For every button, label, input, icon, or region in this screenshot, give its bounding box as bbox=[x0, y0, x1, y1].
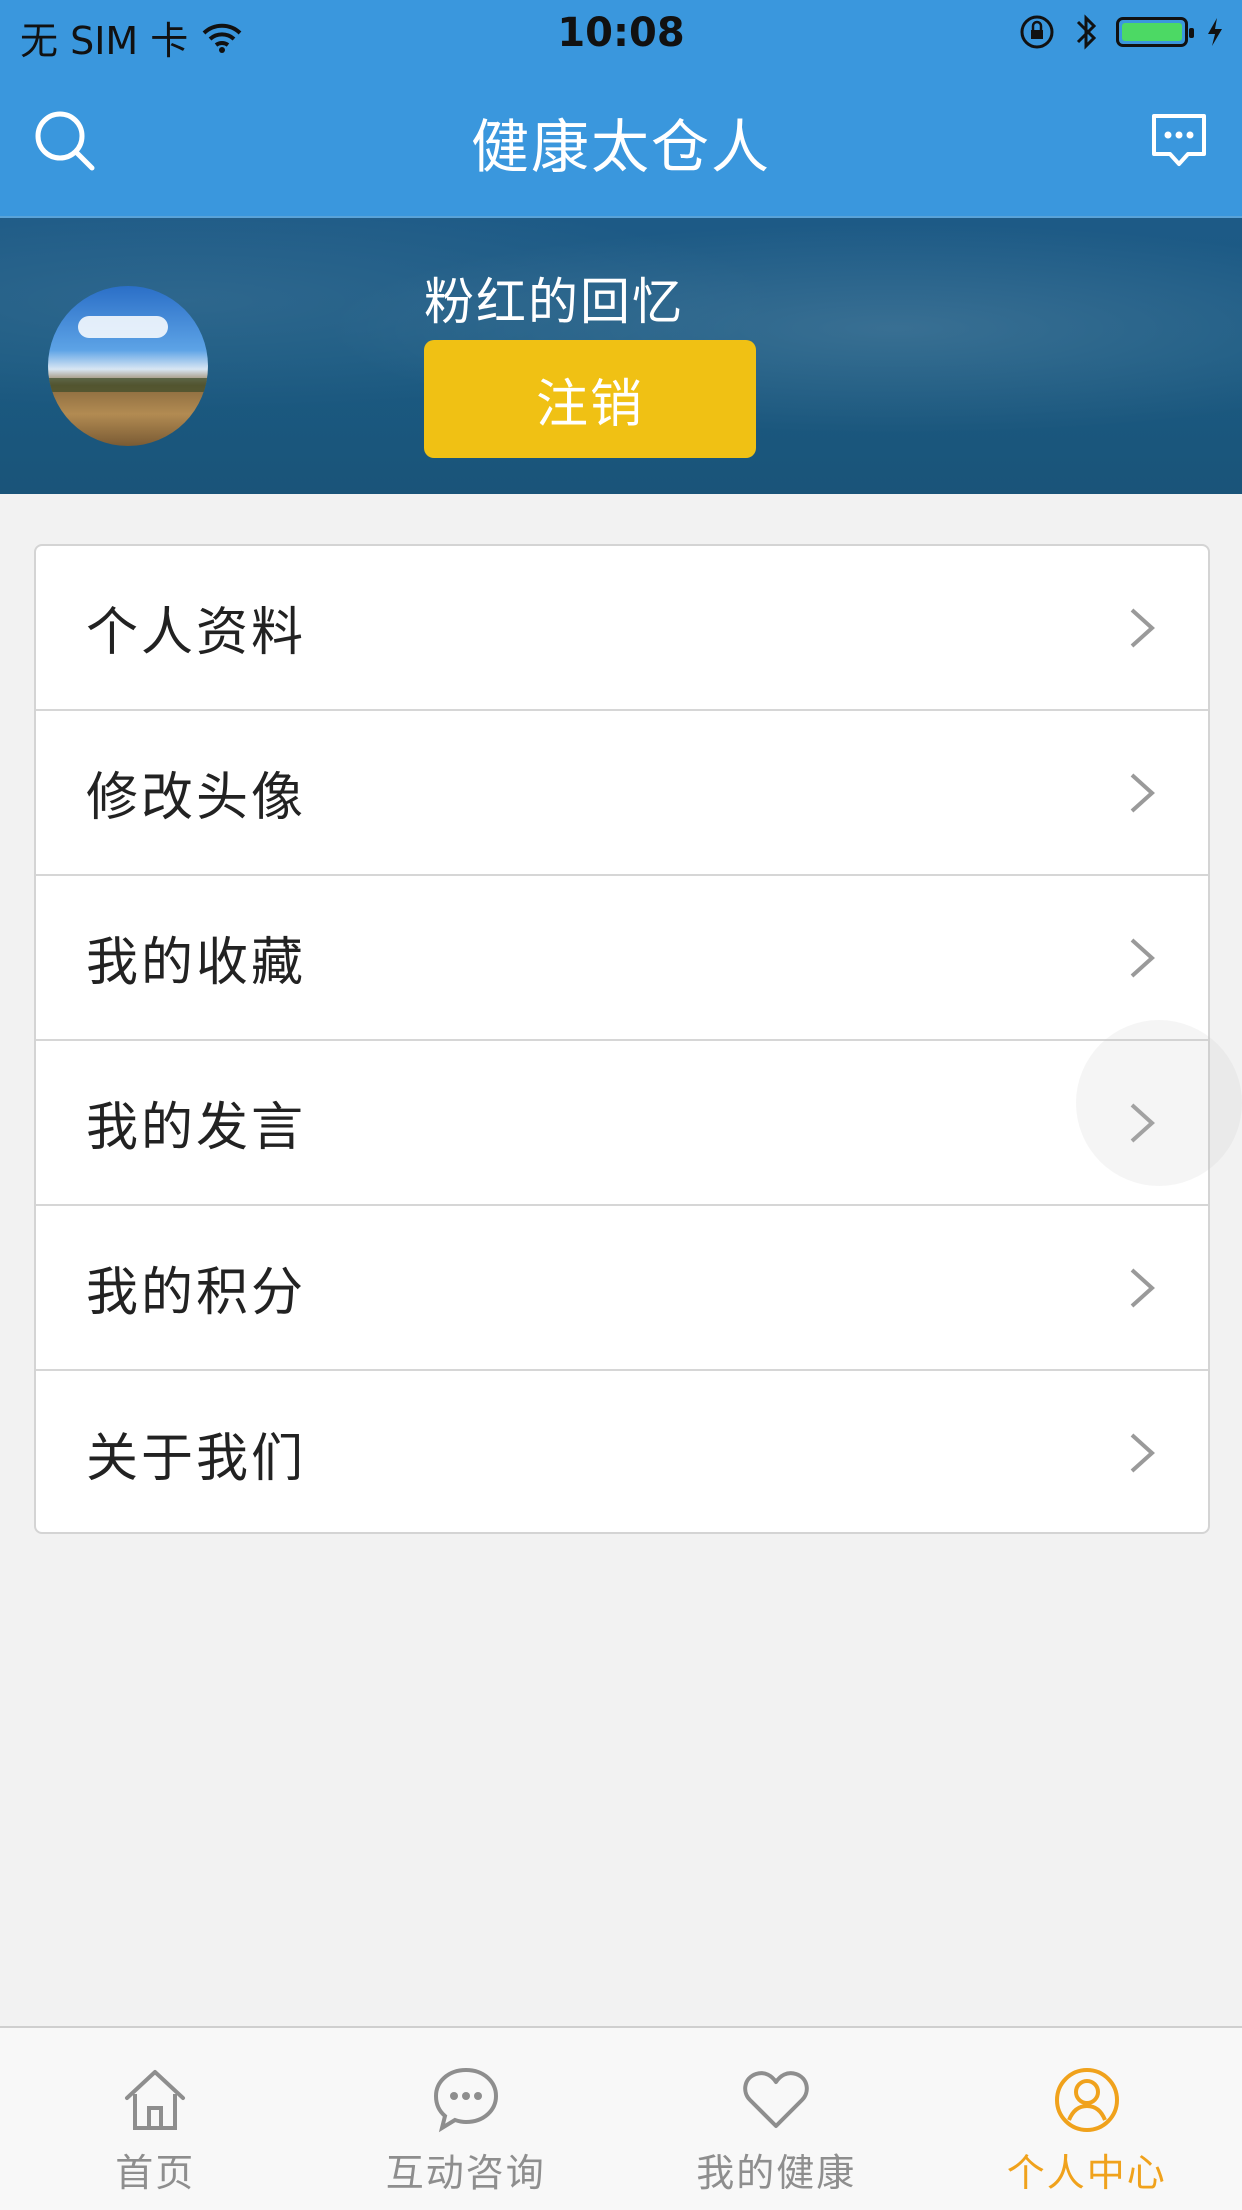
tab-bar: 首页 互动咨询 我的健康 个人中心 bbox=[0, 2026, 1242, 2210]
heart-icon bbox=[740, 2064, 812, 2136]
tab-label: 互动咨询 bbox=[311, 2142, 622, 2197]
page-title: 健康太仓人 bbox=[0, 100, 1242, 184]
menu-item-label: 我的发言 bbox=[86, 1085, 306, 1160]
menu-item-label: 关于我们 bbox=[86, 1416, 306, 1491]
tab-consult[interactable]: 互动咨询 bbox=[311, 2028, 622, 2210]
menu-item-profile[interactable]: 个人资料 bbox=[36, 546, 1208, 711]
chevron-right-icon bbox=[1124, 769, 1160, 817]
menu-item-label: 修改头像 bbox=[86, 755, 306, 830]
chevron-right-icon bbox=[1124, 1429, 1160, 1477]
status-bar: 无 SIM 卡 10:08 bbox=[0, 0, 1242, 66]
top-bar: 无 SIM 卡 10:08 健 bbox=[0, 0, 1242, 216]
home-icon bbox=[119, 2064, 191, 2136]
chevron-right-icon bbox=[1124, 1264, 1160, 1312]
profile-banner: 粉红的回忆 注销 bbox=[0, 216, 1242, 494]
logout-button[interactable]: 注销 bbox=[424, 340, 756, 458]
battery-icon bbox=[1116, 17, 1188, 47]
tab-label: 我的健康 bbox=[621, 2142, 932, 2197]
assistive-touch-button[interactable] bbox=[1076, 1020, 1242, 1186]
message-icon[interactable] bbox=[1148, 110, 1210, 172]
tab-home[interactable]: 首页 bbox=[0, 2028, 311, 2210]
menu-list: 个人资料 修改头像 我的收藏 我的发言 我的积分 关于我们 bbox=[34, 544, 1210, 1534]
avatar[interactable] bbox=[48, 286, 208, 446]
tab-personal-center[interactable]: 个人中心 bbox=[932, 2028, 1242, 2210]
rotation-lock-icon bbox=[1018, 13, 1056, 51]
username: 粉红的回忆 bbox=[424, 262, 684, 334]
tab-health[interactable]: 我的健康 bbox=[621, 2028, 932, 2210]
chevron-right-icon bbox=[1124, 934, 1160, 982]
bluetooth-icon bbox=[1074, 12, 1098, 52]
menu-item-label: 个人资料 bbox=[86, 590, 306, 665]
menu-item-change-avatar[interactable]: 修改头像 bbox=[36, 711, 1208, 876]
chevron-right-icon bbox=[1124, 604, 1160, 652]
menu-item-about[interactable]: 关于我们 bbox=[36, 1371, 1208, 1534]
tab-label: 首页 bbox=[0, 2142, 311, 2197]
menu-item-label: 我的积分 bbox=[86, 1250, 306, 1325]
menu-item-posts[interactable]: 我的发言 bbox=[36, 1041, 1208, 1206]
menu-item-favorites[interactable]: 我的收藏 bbox=[36, 876, 1208, 1041]
charging-icon bbox=[1206, 17, 1224, 47]
user-icon bbox=[1051, 2064, 1123, 2136]
tab-label: 个人中心 bbox=[932, 2142, 1242, 2197]
chat-icon bbox=[430, 2064, 502, 2136]
menu-item-label: 我的收藏 bbox=[86, 920, 306, 995]
menu-item-points[interactable]: 我的积分 bbox=[36, 1206, 1208, 1371]
status-icons bbox=[1018, 12, 1224, 52]
